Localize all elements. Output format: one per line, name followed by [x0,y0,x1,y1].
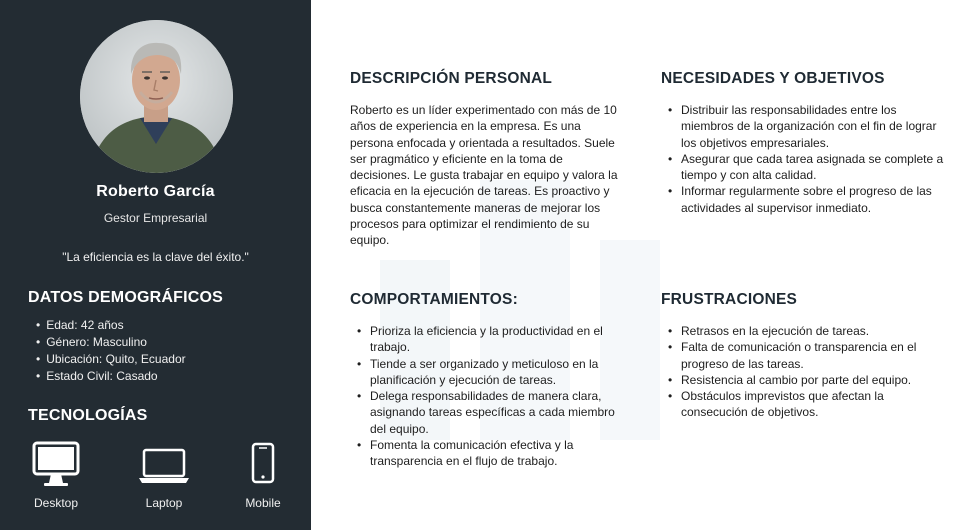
list-item: Tiende a ser organizado y meticuloso en … [350,356,630,389]
list-item: Fomenta la comunicación efectiva y la tr… [350,437,630,470]
frustrations-section: FRUSTRACIONES Retrasos en la ejecución d… [661,291,951,421]
needs-heading: NECESIDADES Y OBJETIVOS [661,70,885,87]
persona-quote: "La eficiencia es la clave del éxito." [62,250,249,264]
desktop-icon [32,441,80,486]
list-item: Edad: 42 años [36,317,186,334]
tech-label: Desktop [33,496,79,510]
tech-laptop: Laptop [137,440,191,510]
frustrations-list: Retrasos en la ejecución de tareas. Falt… [661,323,951,421]
tech-mobile: Mobile [241,440,285,510]
persona-name: Roberto García [96,183,215,200]
needs-section: NECESIDADES Y OBJETIVOS Distribuir las r… [661,70,951,216]
portrait-photo [80,20,233,173]
list-item: Estado Civil: Casado [36,368,186,385]
persona-role: Gestor Empresarial [103,211,208,225]
list-item: Prioriza la eficiencia y la productivida… [350,323,630,356]
behaviors-section: COMPORTAMIENTOS: Prioriza la eficiencia … [350,291,630,470]
description-text: Roberto es un líder experimentado con má… [350,103,618,248]
mobile-icon [251,442,275,484]
list-item: Resistencia al cambio por parte del equi… [661,372,951,389]
list-item: Retrasos en la ejecución de tareas. [661,323,951,340]
persona-sidebar: Roberto García Gestor Empresarial "La ef… [0,0,311,530]
behaviors-heading: COMPORTAMIENTOS: [350,291,518,308]
tech-label: Mobile [245,496,281,510]
list-item: Distribuir las responsabilidades entre l… [661,102,951,151]
laptop-icon [139,448,189,483]
list-item: Obstáculos imprevistos que afectan la co… [661,388,951,421]
tech-desktop: Desktop [28,440,84,510]
behaviors-list: Prioriza la eficiencia y la productivida… [350,323,630,470]
list-item: Asegurar que cada tarea asignada se comp… [661,151,951,184]
needs-list: Distribuir las responsabilidades entre l… [661,102,951,216]
demographics-heading: DATOS DEMOGRÁFICOS [28,289,224,306]
description-section: DESCRIPCIÓN PERSONAL Roberto es un líder… [350,70,626,249]
list-item: Delega responsabilidades de manera clara… [350,388,630,437]
demographics-list: Edad: 42 años Género: Masculino Ubicació… [36,317,186,385]
description-heading: DESCRIPCIÓN PERSONAL [350,70,553,87]
list-item: Falta de comunicación o transparencia en… [661,339,951,372]
frustrations-heading: FRUSTRACIONES [661,291,798,308]
tech-label: Laptop [145,496,183,510]
technologies-heading: TECNOLOGÍAS [28,407,148,424]
list-item: Género: Masculino [36,334,186,351]
avatar [80,20,233,173]
list-item: Ubicación: Quito, Ecuador [36,351,185,368]
list-item: Informar regularmente sobre el progreso … [661,183,951,216]
